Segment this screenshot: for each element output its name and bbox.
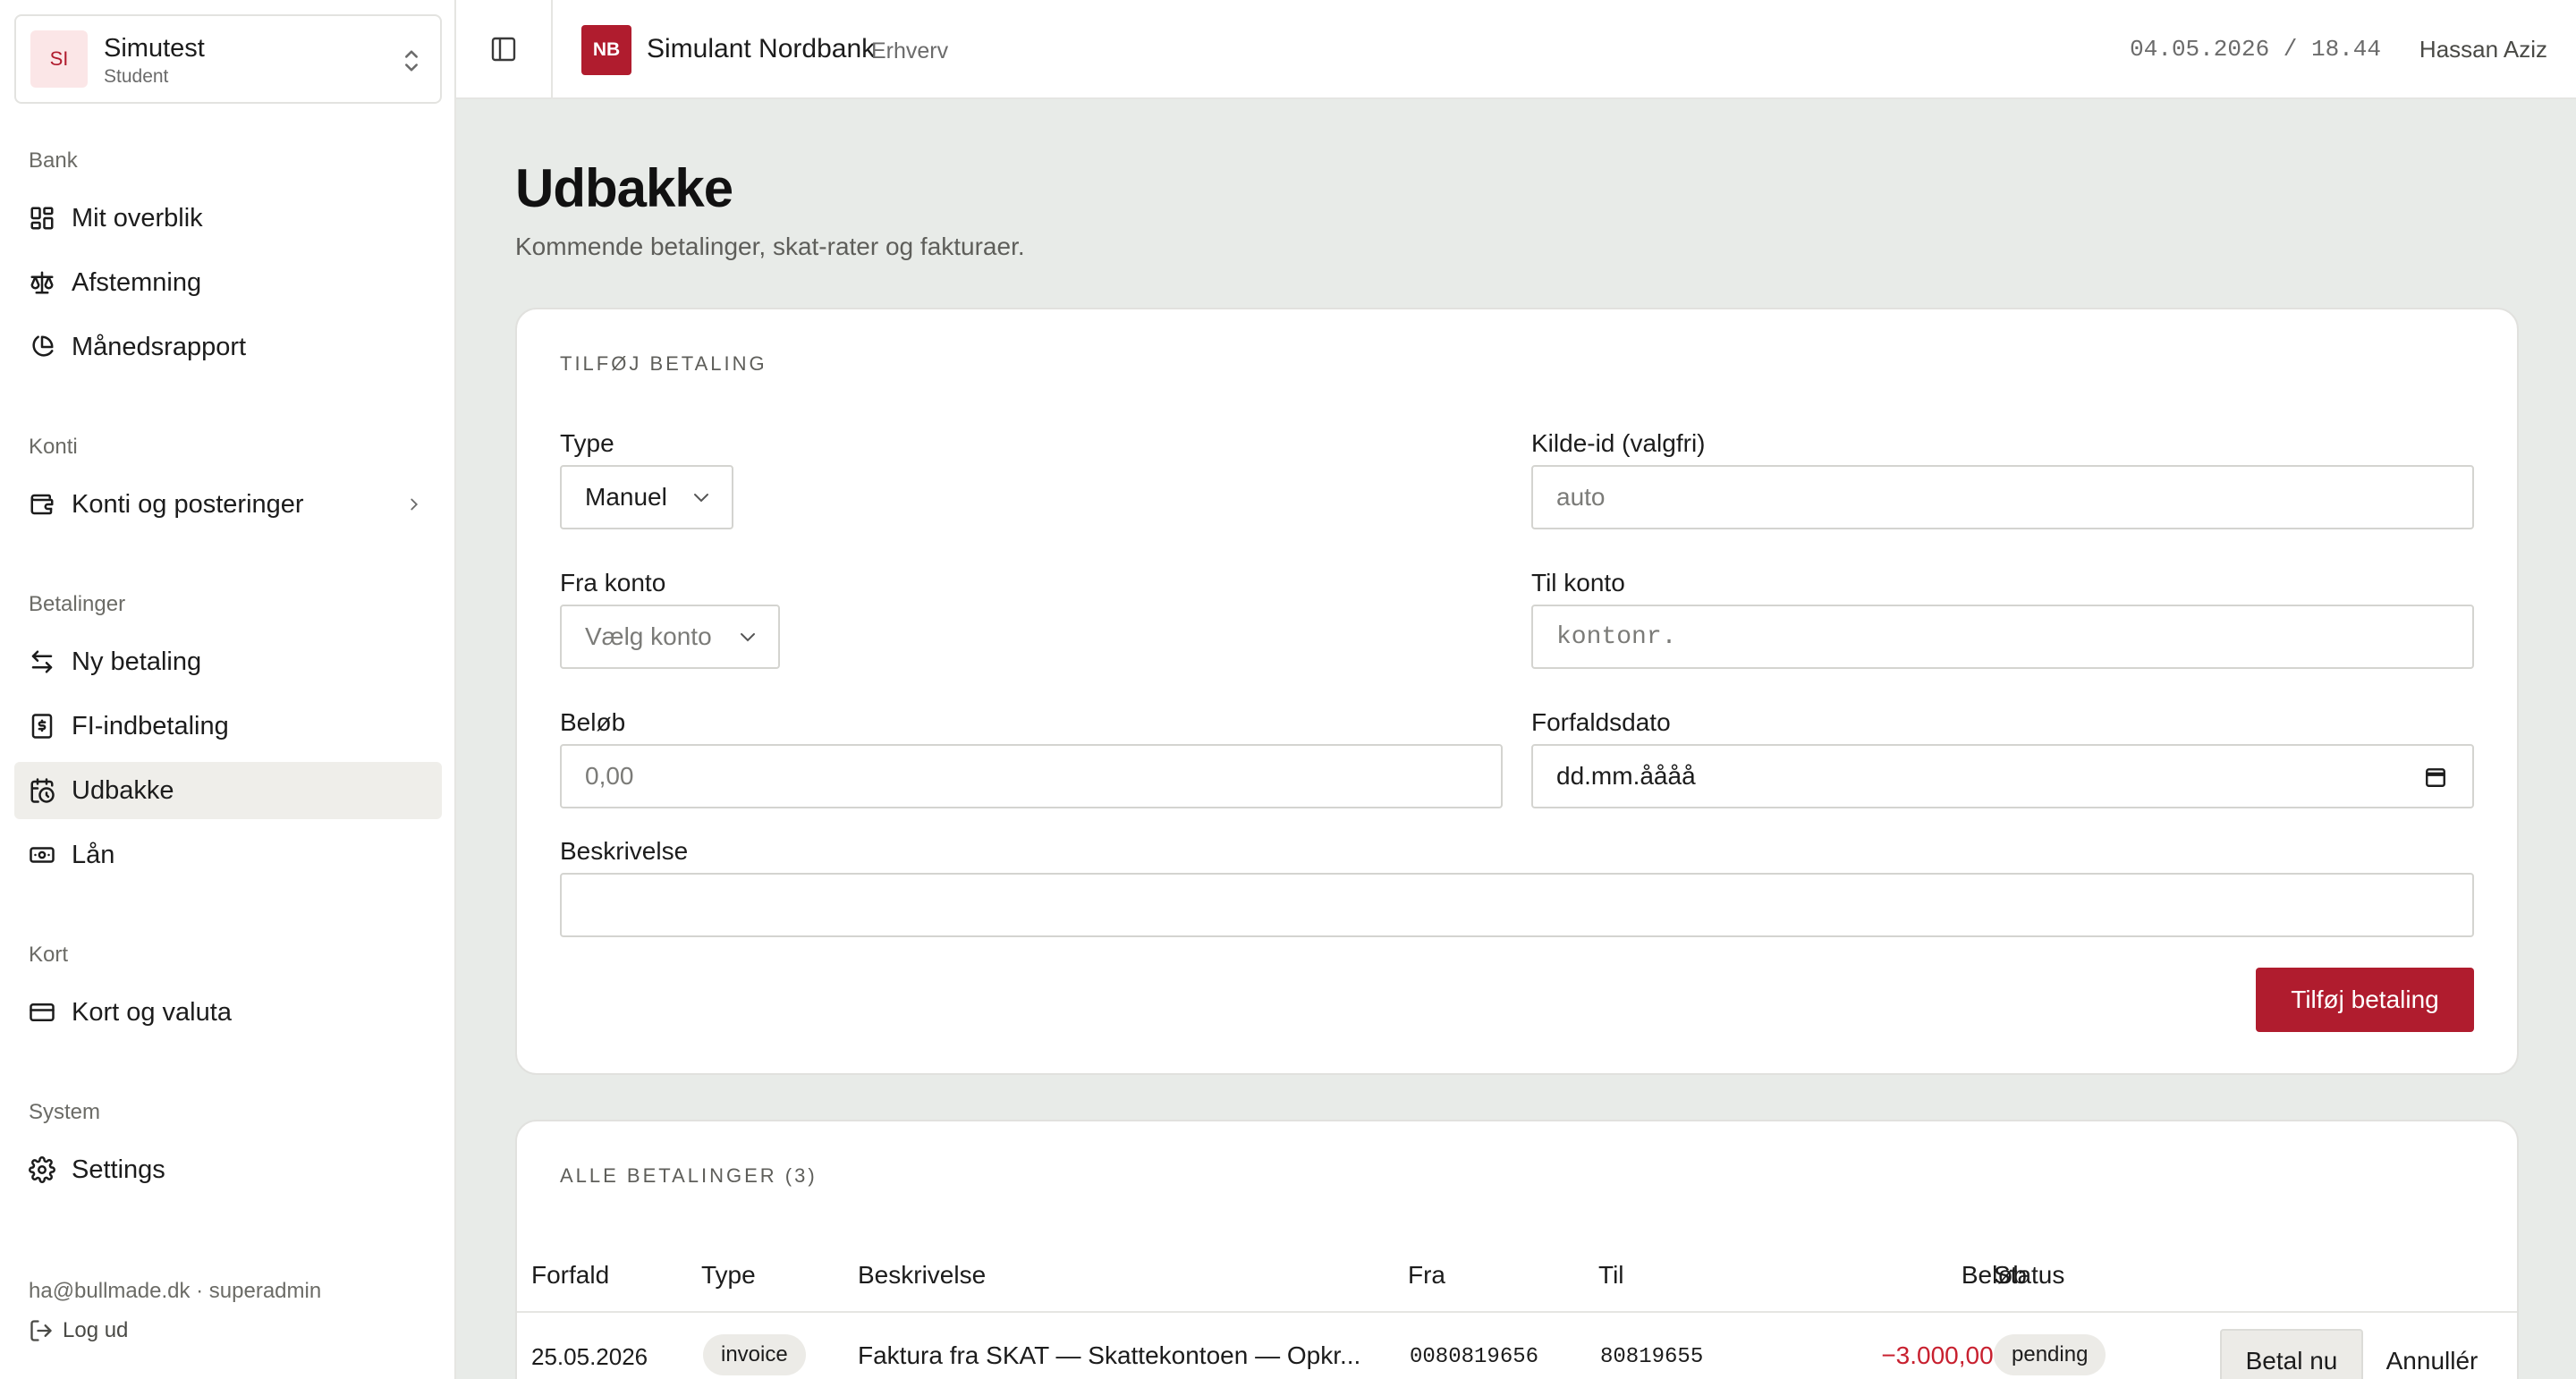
sidebar-item-label: Ny betaling: [72, 647, 202, 676]
chevron-right-icon: [411, 498, 419, 511]
calendar-clock-icon: [30, 778, 55, 803]
section-label: TILFØJ BETALING: [560, 352, 767, 375]
page-title: Udbakke: [515, 158, 733, 218]
user-name: Hassan Aziz: [2419, 36, 2547, 63]
logout-label: Log ud: [63, 1318, 129, 1342]
pie-chart-icon: [32, 335, 54, 357]
column-header-description[interactable]: Beskrivelse: [858, 1261, 986, 1290]
sidebar-item-outbox[interactable]: Udbakke: [14, 762, 442, 819]
column-header-status[interactable]: Status: [1994, 1261, 2064, 1290]
nav-group-cards: Kort: [29, 943, 69, 967]
datetime: 04.05.2026 / 18.44: [2130, 36, 2381, 63]
to-account-input[interactable]: kontonr.: [1531, 605, 2474, 669]
bank-segment: Erhverv: [871, 38, 949, 63]
sidebar: SI Simutest Student Bank Mit overblik Af…: [0, 0, 456, 1379]
source-id-input[interactable]: auto: [1531, 465, 2474, 529]
gear-icon: [29, 1156, 55, 1183]
source-id-placeholder: auto: [1556, 483, 1606, 511]
type-select-value: Manuel: [585, 483, 667, 511]
bank-name: Simulant Nordbank: [647, 34, 876, 63]
sidebar-item-label: FI-indbetaling: [72, 711, 229, 740]
from-account-label: Fra konto: [560, 569, 666, 596]
column-header-to[interactable]: Til: [1598, 1261, 1624, 1290]
transfer-arrows-icon: [31, 650, 53, 673]
calendar-icon[interactable]: [2424, 766, 2447, 789]
type-badge: invoice: [703, 1334, 806, 1375]
receipt-dollar-icon: [31, 714, 53, 739]
column-header-due[interactable]: Forfald: [531, 1261, 609, 1290]
sidebar-item-label: Mit overblik: [72, 203, 203, 233]
status-badge: pending: [1994, 1334, 2106, 1375]
sidebar-item-label: Settings: [72, 1155, 165, 1184]
due-date-label: Forfaldsdato: [1531, 708, 1671, 736]
column-header-type[interactable]: Type: [701, 1261, 756, 1290]
banknote-icon: [30, 847, 55, 863]
to-account-placeholder: kontonr.: [1556, 622, 1677, 651]
scale-icon: [30, 271, 54, 294]
sidebar-item-label: Udbakke: [72, 775, 174, 805]
org-role: Student: [104, 66, 169, 87]
to-account-label: Til konto: [1531, 569, 1625, 596]
due-date-placeholder: dd.mm.åååå: [1556, 762, 1696, 790]
sidebar-item-label: Konti og posteringer: [72, 489, 304, 519]
column-header-from[interactable]: Fra: [1408, 1261, 1445, 1290]
from-account-placeholder: Vælg konto: [585, 622, 712, 650]
nav-group-bank: Bank: [29, 148, 78, 173]
payments-table-card: ALLE BETALINGER (3) Forfald Type Beskriv…: [515, 1120, 2519, 1379]
pay-now-button[interactable]: Betal nu: [2220, 1329, 2363, 1379]
amount-label: Beløb: [560, 708, 626, 736]
sidebar-toggle-button[interactable]: [456, 0, 553, 97]
sidebar-item-label: Lån: [72, 840, 115, 869]
sidebar-item-new-payment[interactable]: Ny betaling: [14, 633, 442, 690]
sidebar-item-fi-payment[interactable]: FI-indbetaling: [14, 698, 442, 755]
amount-placeholder: 0,00: [585, 762, 634, 790]
chevron-up-down-icon: [405, 50, 418, 72]
sidebar-item-accounts[interactable]: Konti og posteringer: [14, 476, 442, 533]
credit-card-icon: [30, 1003, 55, 1021]
sidebar-item-loans[interactable]: Lån: [14, 826, 442, 884]
type-select[interactable]: Manuel: [560, 465, 733, 529]
sidebar-item-reconciliation[interactable]: Afstemning: [14, 254, 442, 311]
row-description: Faktura fra SKAT — Skattekontoen — Opkr.…: [858, 1341, 1361, 1369]
sidebar-item-label: Afstemning: [72, 267, 202, 297]
logout-link[interactable]: Log ud: [29, 1318, 128, 1343]
sidebar-item-settings[interactable]: Settings: [14, 1141, 442, 1198]
chevron-down-icon: [741, 633, 755, 642]
sidebar-item-monthly-report[interactable]: Månedsrapport: [14, 318, 442, 376]
add-payment-card: TILFØJ BETALING Type Manuel Kilde-id (va…: [515, 308, 2519, 1075]
due-date-input[interactable]: dd.mm.åååå: [1531, 744, 2474, 808]
add-payment-button[interactable]: Tilføj betaling: [2256, 968, 2474, 1032]
user-email: ha@bullmade.dk · superadmin: [29, 1279, 322, 1303]
org-name: Simutest: [104, 34, 205, 63]
cancel-button[interactable]: Annullér: [2377, 1329, 2487, 1379]
wallet-icon: [30, 494, 54, 515]
section-label: ALLE BETALINGER (3): [560, 1164, 818, 1187]
table-divider: [517, 1311, 2517, 1313]
org-switcher[interactable]: SI Simutest Student: [14, 14, 442, 104]
logout-icon: [30, 1320, 52, 1341]
sidebar-item-cards[interactable]: Kort og valuta: [14, 984, 442, 1041]
amount-input[interactable]: 0,00: [560, 744, 1503, 808]
nav-group-system: System: [29, 1100, 101, 1124]
sidebar-item-label: Månedsrapport: [72, 332, 247, 361]
type-label: Type: [560, 429, 614, 457]
sidebar-item-label: Kort og valuta: [72, 997, 232, 1027]
nav-group-payments: Betalinger: [29, 592, 126, 616]
chevron-down-icon: [694, 494, 708, 503]
nav-group-accounts: Konti: [29, 435, 78, 459]
dashboard-icon: [30, 207, 54, 230]
bank-logo: NB: [581, 25, 631, 75]
from-account-select[interactable]: Vælg konto: [560, 605, 780, 669]
description-label: Beskrivelse: [560, 837, 689, 865]
panel-left-icon: [491, 37, 516, 61]
row-due-date: 25.05.2026: [531, 1343, 648, 1370]
row-from-account: 0080819656: [1410, 1345, 1539, 1369]
sidebar-item-overview[interactable]: Mit overblik: [14, 190, 442, 247]
description-input[interactable]: [560, 873, 2474, 937]
org-avatar: SI: [30, 30, 88, 88]
row-to-account: 80819655: [1600, 1345, 1704, 1369]
source-id-label: Kilde-id (valgfri): [1531, 429, 1706, 457]
page-subtitle: Kommende betalinger, skat-rater og faktu…: [515, 233, 1025, 260]
topbar: NB Simulant Nordbank Erhverv 04.05.2026 …: [456, 0, 2576, 99]
